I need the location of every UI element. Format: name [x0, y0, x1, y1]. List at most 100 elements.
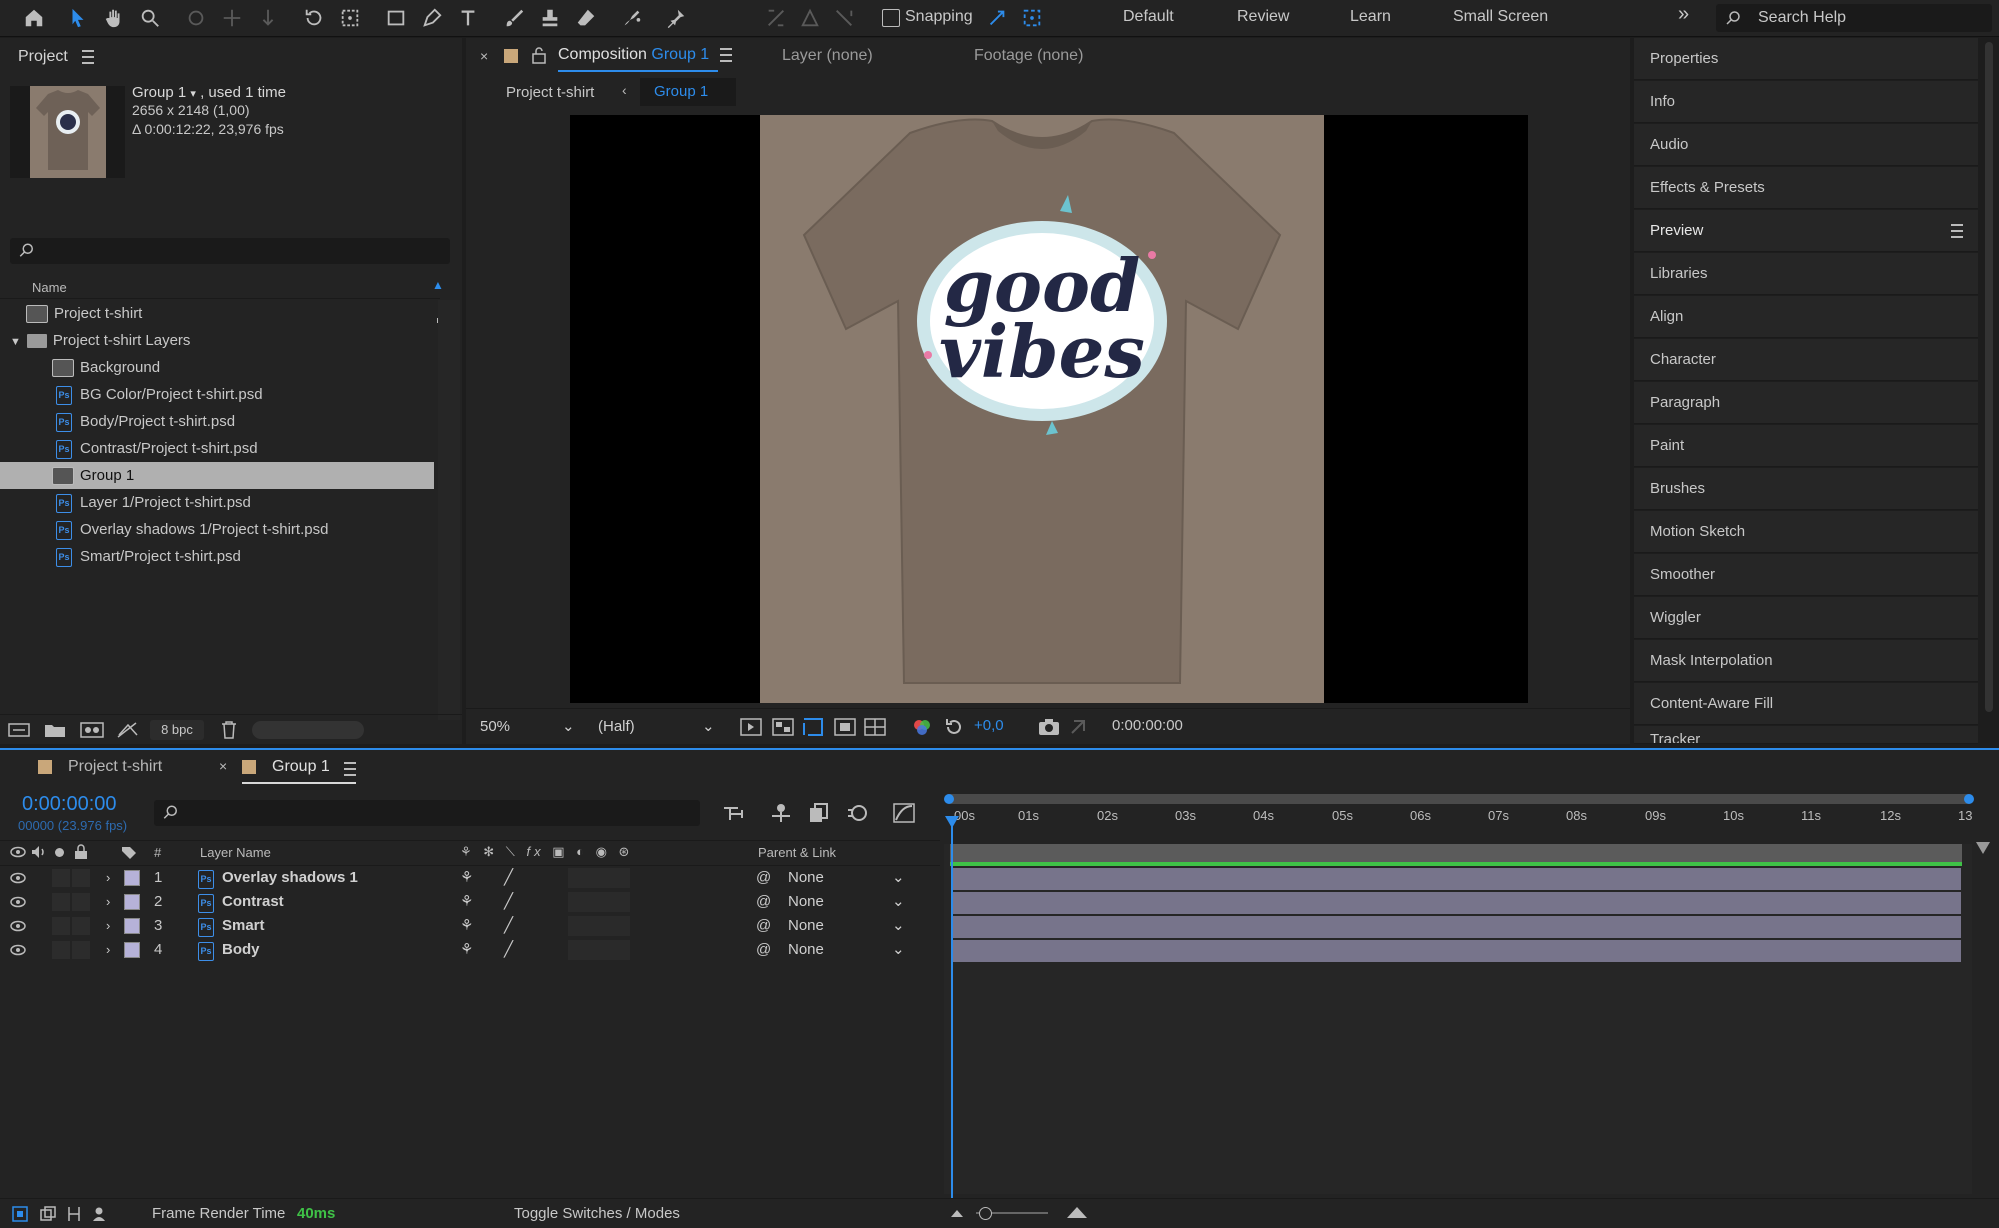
project-item-layers-folder[interactable]: ▼ Project t-shirt Layers [0, 327, 434, 354]
chevron-right-icon[interactable]: › [106, 938, 110, 962]
parent-link-header[interactable]: Parent & Link [758, 845, 836, 860]
reset-exposure-icon[interactable] [944, 717, 964, 737]
timeline-tab-group-1[interactable]: Group 1 [272, 758, 330, 776]
motion-blur-icon[interactable] [846, 802, 868, 824]
fast-previews-icon[interactable] [740, 717, 762, 737]
anchor-point-tool-icon[interactable] [334, 2, 366, 34]
layer-label-swatch[interactable] [124, 918, 140, 934]
resolution-dropdown[interactable]: (Half) ⌄ [598, 716, 718, 738]
chevron-right-icon[interactable]: › [106, 914, 110, 938]
project-item-smart[interactable]: Ps Smart/Project t-shirt.psd [0, 543, 434, 570]
workspace-learn[interactable]: Learn [1350, 8, 1391, 26]
chevron-down-icon[interactable]: ▾ [190, 88, 196, 100]
layer-name[interactable]: Contrast [222, 890, 284, 914]
breadcrumb-parent[interactable]: Project t-shirt [506, 84, 594, 101]
layer-label-swatch[interactable] [124, 894, 140, 910]
comp-end-marker[interactable] [1976, 842, 1990, 854]
shy-switch-icon[interactable]: ⚘ [460, 938, 473, 962]
snapshot-camera-icon[interactable] [1038, 717, 1060, 737]
chevron-right-icon[interactable]: › [106, 866, 110, 890]
layer-row-1[interactable]: › 1 Ps Overlay shadows 1 ⚘ ╱ @ None ⌄ [0, 866, 940, 890]
project-item-project-t-shirt[interactable]: Project t-shirt [0, 300, 434, 327]
workspace-default[interactable]: Default [1123, 8, 1174, 26]
search-help-field[interactable]: Search Help [1716, 4, 1992, 32]
solo-switch[interactable] [52, 917, 70, 935]
preview-menu-icon[interactable] [1951, 224, 1963, 238]
transfer-controls-icon[interactable] [40, 1206, 56, 1222]
snap-edges-icon[interactable] [981, 2, 1013, 34]
grid-guides-icon[interactable] [864, 717, 886, 737]
composition-tab[interactable]: Composition Group 1 [558, 46, 709, 64]
panel-content-aware-fill[interactable]: Content-Aware Fill [1634, 683, 1978, 725]
sort-ascending-icon[interactable]: ▲ [432, 278, 444, 292]
eye-icon[interactable] [10, 944, 26, 956]
frame-blending-icon[interactable] [808, 802, 830, 824]
layer-name[interactable]: Smart [222, 914, 265, 938]
transparency-grid-icon[interactable] [772, 717, 794, 737]
panel-menu-icon[interactable] [344, 762, 356, 776]
pick-whip-icon[interactable]: @ [756, 866, 771, 890]
dolly-camera-icon[interactable] [252, 2, 284, 34]
layer-bar-3[interactable] [953, 916, 1961, 938]
panel-properties[interactable]: Properties [1634, 38, 1978, 80]
clone-stamp-tool-icon[interactable] [534, 2, 566, 34]
hand-tool-icon[interactable] [98, 2, 130, 34]
layer-name-header[interactable]: Layer Name [200, 845, 271, 860]
eye-icon[interactable] [10, 872, 26, 884]
project-item-background[interactable]: Background [0, 354, 434, 381]
quality-switch-icon[interactable]: ╱ [504, 914, 513, 938]
audio-icon[interactable] [30, 845, 46, 859]
breadcrumb-current[interactable]: Group 1 [640, 78, 736, 106]
puppet-pin-tool-icon[interactable] [660, 2, 692, 34]
toggle-switches-modes-button[interactable]: Toggle Switches / Modes [514, 1205, 680, 1222]
panel-preview[interactable]: Preview [1634, 210, 1978, 252]
parent-dropdown[interactable]: None ⌄ [788, 939, 908, 961]
zoom-tool-icon[interactable] [134, 2, 166, 34]
quality-switch-icon[interactable]: ╱ [504, 938, 513, 962]
project-item-group-1[interactable]: Group 1 [0, 462, 434, 489]
exposure-value[interactable]: +0,0 [974, 717, 1004, 734]
footage-tab[interactable]: Footage (none) [974, 47, 1083, 65]
lock-switch[interactable] [72, 941, 90, 959]
solo-switch[interactable] [52, 941, 70, 959]
panel-paint[interactable]: Paint [1634, 425, 1978, 467]
solo-icon[interactable] [55, 848, 64, 857]
home-icon[interactable] [18, 2, 50, 34]
zoom-in-icon[interactable] [1066, 1205, 1088, 1219]
type-tool-icon[interactable] [452, 2, 484, 34]
work-area-bar[interactable] [946, 794, 1972, 804]
close-tab-icon[interactable]: × [480, 48, 488, 64]
current-time-display[interactable]: 0:00:00:00 [22, 793, 117, 816]
panel-menu-icon[interactable] [720, 48, 732, 62]
parent-dropdown[interactable]: None ⌄ [788, 867, 908, 889]
lock-switch[interactable] [72, 917, 90, 935]
switch-cells[interactable] [568, 868, 630, 888]
panel-smoother[interactable]: Smoother [1634, 554, 1978, 596]
rectangle-tool-icon[interactable] [380, 2, 412, 34]
panel-wiggler[interactable]: Wiggler [1634, 597, 1978, 639]
pan-camera-icon[interactable] [216, 2, 248, 34]
layer-name[interactable]: Overlay shadows 1 [222, 866, 358, 890]
lock-switch[interactable] [72, 893, 90, 911]
panel-mask-interpolation[interactable]: Mask Interpolation [1634, 640, 1978, 682]
layer-bar-2[interactable] [953, 892, 1961, 914]
in-out-stretch-icon[interactable] [66, 1206, 82, 1222]
pen-tool-icon[interactable] [416, 2, 448, 34]
switch-cells[interactable] [568, 892, 630, 912]
mask-visibility-icon[interactable] [834, 717, 856, 737]
panel-audio[interactable]: Audio [1634, 124, 1978, 166]
switch-cells[interactable] [568, 940, 630, 960]
layer-bar-1[interactable] [953, 868, 1961, 890]
panel-menu-icon[interactable] [82, 50, 94, 64]
eye-icon[interactable] [10, 846, 26, 858]
timeline-tab-project-t-shirt[interactable]: Project t-shirt [68, 758, 162, 776]
layer-tab[interactable]: Layer (none) [782, 47, 873, 65]
pick-whip-icon[interactable]: @ [756, 890, 771, 914]
chevron-down-icon[interactable]: ▼ [10, 336, 21, 348]
project-settings-icon[interactable] [116, 721, 140, 739]
layer-label-swatch[interactable] [124, 870, 140, 886]
panel-character[interactable]: Character [1634, 339, 1978, 381]
layer-row-3[interactable]: › 3 Ps Smart ⚘ ╱ @ None ⌄ [0, 914, 940, 938]
parent-dropdown[interactable]: None ⌄ [788, 915, 908, 937]
selection-tool-icon[interactable] [62, 2, 94, 34]
